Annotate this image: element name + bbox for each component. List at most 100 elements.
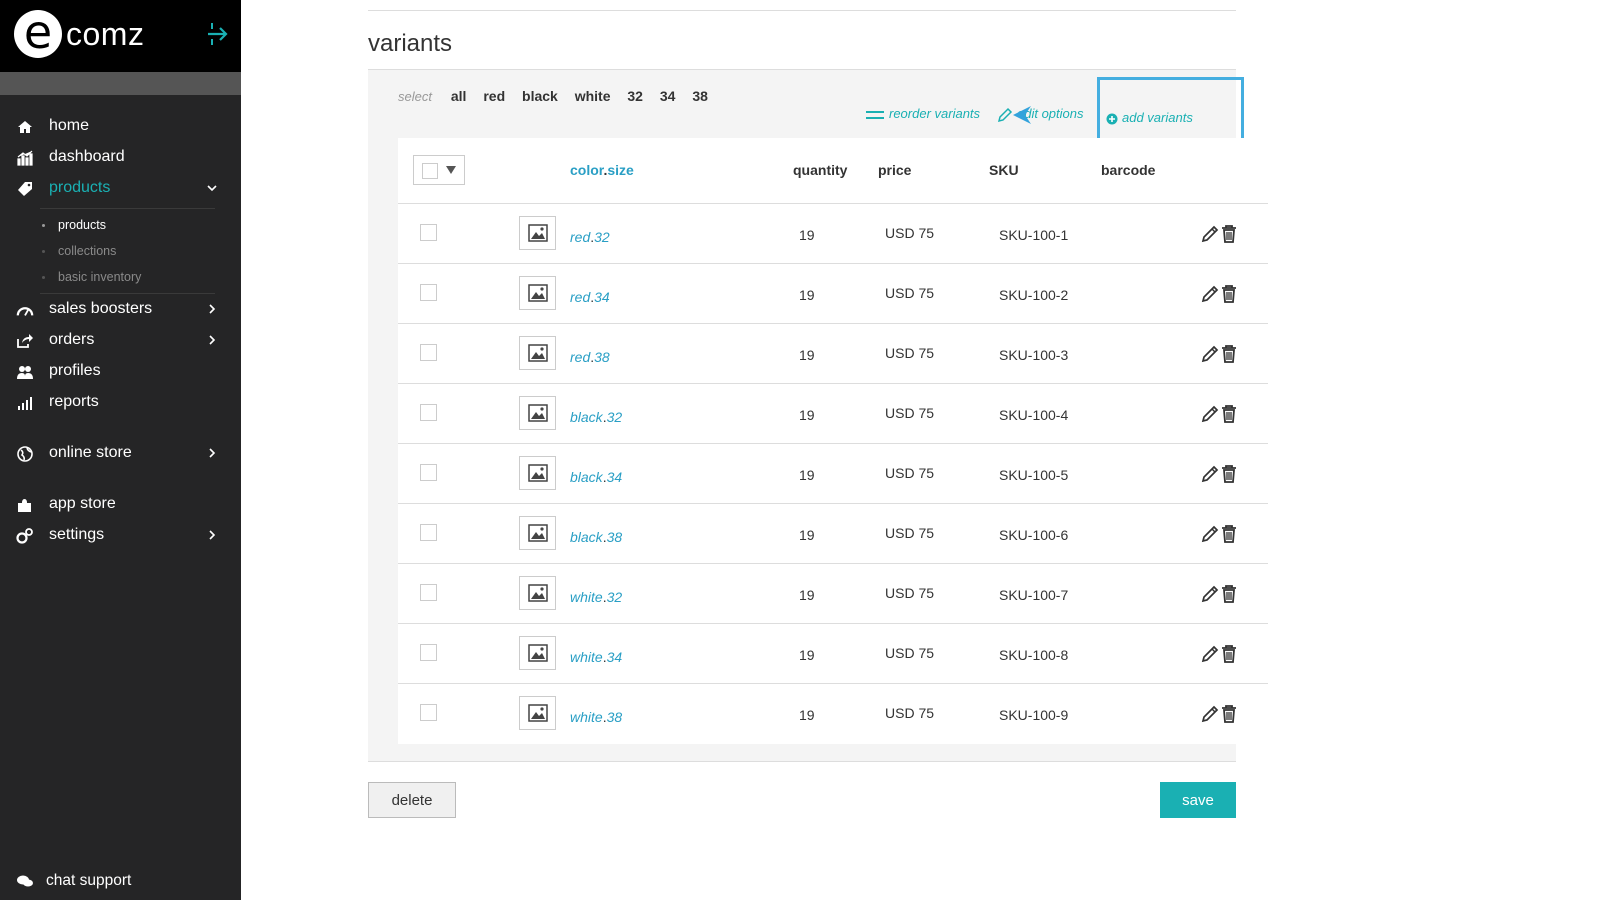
select-32[interactable]: 32 — [627, 88, 643, 104]
sidebar-item-products[interactable]: products — [0, 173, 241, 204]
variant-image-button[interactable] — [519, 276, 556, 310]
edit-icon[interactable] — [1200, 584, 1220, 604]
sidebar-item-orders[interactable]: orders — [0, 325, 241, 356]
variant-image-button[interactable] — [519, 216, 556, 250]
table-row[interactable]: red.32 19 USD 75 SKU-100-1 — [398, 204, 1268, 264]
trash-icon[interactable] — [1220, 344, 1238, 364]
table-row[interactable]: black.38 19 USD 75 SKU-100-6 — [398, 504, 1268, 564]
table-row[interactable]: red.34 19 USD 75 SKU-100-2 — [398, 264, 1268, 324]
table-row[interactable]: black.32 19 USD 75 SKU-100-4 — [398, 384, 1268, 444]
variant-name-link[interactable]: red.32 — [570, 229, 610, 245]
sidebar-item-reports[interactable]: reports — [0, 387, 241, 418]
variant-image-button[interactable] — [519, 396, 556, 430]
sidebar-item-settings[interactable]: settings — [0, 520, 241, 551]
logo-text[interactable]: comz — [66, 16, 144, 53]
select-white[interactable]: white — [575, 88, 611, 104]
table-row[interactable]: white.32 19 USD 75 SKU-100-7 — [398, 564, 1268, 624]
row-checkbox[interactable] — [420, 464, 437, 481]
variant-name-link[interactable]: white.38 — [570, 709, 622, 725]
trash-icon[interactable] — [1220, 224, 1238, 244]
table-row[interactable]: black.34 19 USD 75 SKU-100-5 — [398, 444, 1268, 504]
trash-icon[interactable] — [1220, 464, 1238, 484]
table-row[interactable]: white.34 19 USD 75 SKU-100-8 — [398, 624, 1268, 684]
select-38[interactable]: 38 — [692, 88, 708, 104]
chevron-right-icon[interactable] — [207, 528, 217, 542]
column-barcode[interactable]: barcode — [1101, 162, 1155, 178]
column-sku[interactable]: SKU — [989, 162, 1019, 178]
variant-name-link[interactable]: black.34 — [570, 469, 622, 485]
select-red[interactable]: red — [483, 88, 505, 104]
trash-icon[interactable] — [1220, 584, 1238, 604]
row-checkbox[interactable] — [420, 704, 437, 721]
save-button[interactable]: save — [1160, 782, 1236, 818]
chevron-right-icon[interactable] — [207, 302, 217, 316]
sidebar-subitem-products[interactable]: products — [0, 213, 241, 239]
sidebar-subitem-collections[interactable]: collections — [0, 239, 241, 265]
variant-price: USD 75 — [885, 225, 935, 241]
variant-name-link[interactable]: red.34 — [570, 289, 610, 305]
row-checkbox[interactable] — [420, 224, 437, 241]
variant-image-button[interactable] — [519, 576, 556, 610]
trash-icon[interactable] — [1220, 704, 1238, 724]
variant-name-link[interactable]: red.38 — [570, 349, 610, 365]
variant-image-button[interactable] — [519, 456, 556, 490]
chevron-right-icon[interactable] — [207, 446, 217, 460]
table-row[interactable]: red.38 19 USD 75 SKU-100-3 — [398, 324, 1268, 384]
variant-image-button[interactable] — [519, 636, 556, 670]
edit-icon[interactable] — [1200, 704, 1220, 724]
edit-icon[interactable] — [1200, 344, 1220, 364]
logo-mark[interactable]: e — [14, 9, 62, 58]
variant-color: white — [570, 649, 603, 665]
edit-icon[interactable] — [1200, 404, 1220, 424]
variant-image-button[interactable] — [519, 336, 556, 370]
variant-image-button[interactable] — [519, 696, 556, 730]
trash-icon[interactable] — [1220, 284, 1238, 304]
variant-image-button[interactable] — [519, 516, 556, 550]
select-34[interactable]: 34 — [660, 88, 676, 104]
sidebar-subitem-basic-inventory[interactable]: basic inventory — [0, 265, 241, 291]
table-row[interactable]: white.38 19 USD 75 SKU-100-9 — [398, 684, 1268, 744]
chevron-down-icon[interactable] — [207, 181, 217, 195]
reorder-variants-link[interactable]: reorder variants — [865, 106, 980, 121]
trash-icon[interactable] — [1220, 524, 1238, 544]
sidebar-item-profiles[interactable]: profiles — [0, 356, 241, 387]
row-checkbox[interactable] — [420, 404, 437, 421]
select-all[interactable]: all — [451, 88, 467, 104]
sidebar-item-label: orders — [49, 331, 95, 348]
delete-button[interactable]: delete — [368, 782, 456, 818]
column-quantity[interactable]: quantity — [793, 162, 847, 178]
edit-icon[interactable] — [1200, 524, 1220, 544]
variant-name-link[interactable]: white.34 — [570, 649, 622, 665]
chat-support-link[interactable]: chat support — [0, 868, 241, 898]
sidebar-item-app-store[interactable]: app store — [0, 489, 241, 520]
chevron-right-icon[interactable] — [207, 333, 217, 347]
row-checkbox[interactable] — [420, 344, 437, 361]
edit-icon[interactable] — [1200, 464, 1220, 484]
row-checkbox[interactable] — [420, 284, 437, 301]
select-all-dropdown[interactable] — [413, 155, 465, 185]
variant-name-link[interactable]: black.38 — [570, 529, 622, 545]
column-color-size[interactable]: color.size — [570, 162, 634, 178]
sidebar-item-dashboard[interactable]: dashboard — [0, 142, 241, 173]
variant-name-link[interactable]: white.32 — [570, 589, 622, 605]
caret-down-icon[interactable] — [446, 166, 456, 174]
variant-name-link[interactable]: black.32 — [570, 409, 622, 425]
bullet-icon — [42, 250, 45, 253]
row-checkbox[interactable] — [420, 584, 437, 601]
sidebar-item-sales-boosters[interactable]: sales boosters — [0, 294, 241, 325]
trash-icon[interactable] — [1220, 404, 1238, 424]
row-checkbox[interactable] — [420, 644, 437, 661]
select-black[interactable]: black — [522, 88, 558, 104]
trash-icon[interactable] — [1220, 644, 1238, 664]
column-price[interactable]: price — [878, 162, 911, 178]
sidebar-item-home[interactable]: home — [0, 111, 241, 142]
edit-icon[interactable] — [1200, 284, 1220, 304]
sidebar: e comz home dashboard products products — [0, 0, 241, 900]
collapse-sidebar-icon[interactable] — [206, 20, 234, 48]
edit-icon[interactable] — [1200, 224, 1220, 244]
select-all-checkbox[interactable] — [422, 163, 438, 179]
edit-options-link[interactable]: edit options — [997, 106, 1087, 123]
row-checkbox[interactable] — [420, 524, 437, 541]
sidebar-item-online-store[interactable]: online store — [0, 438, 241, 469]
edit-icon[interactable] — [1200, 644, 1220, 664]
